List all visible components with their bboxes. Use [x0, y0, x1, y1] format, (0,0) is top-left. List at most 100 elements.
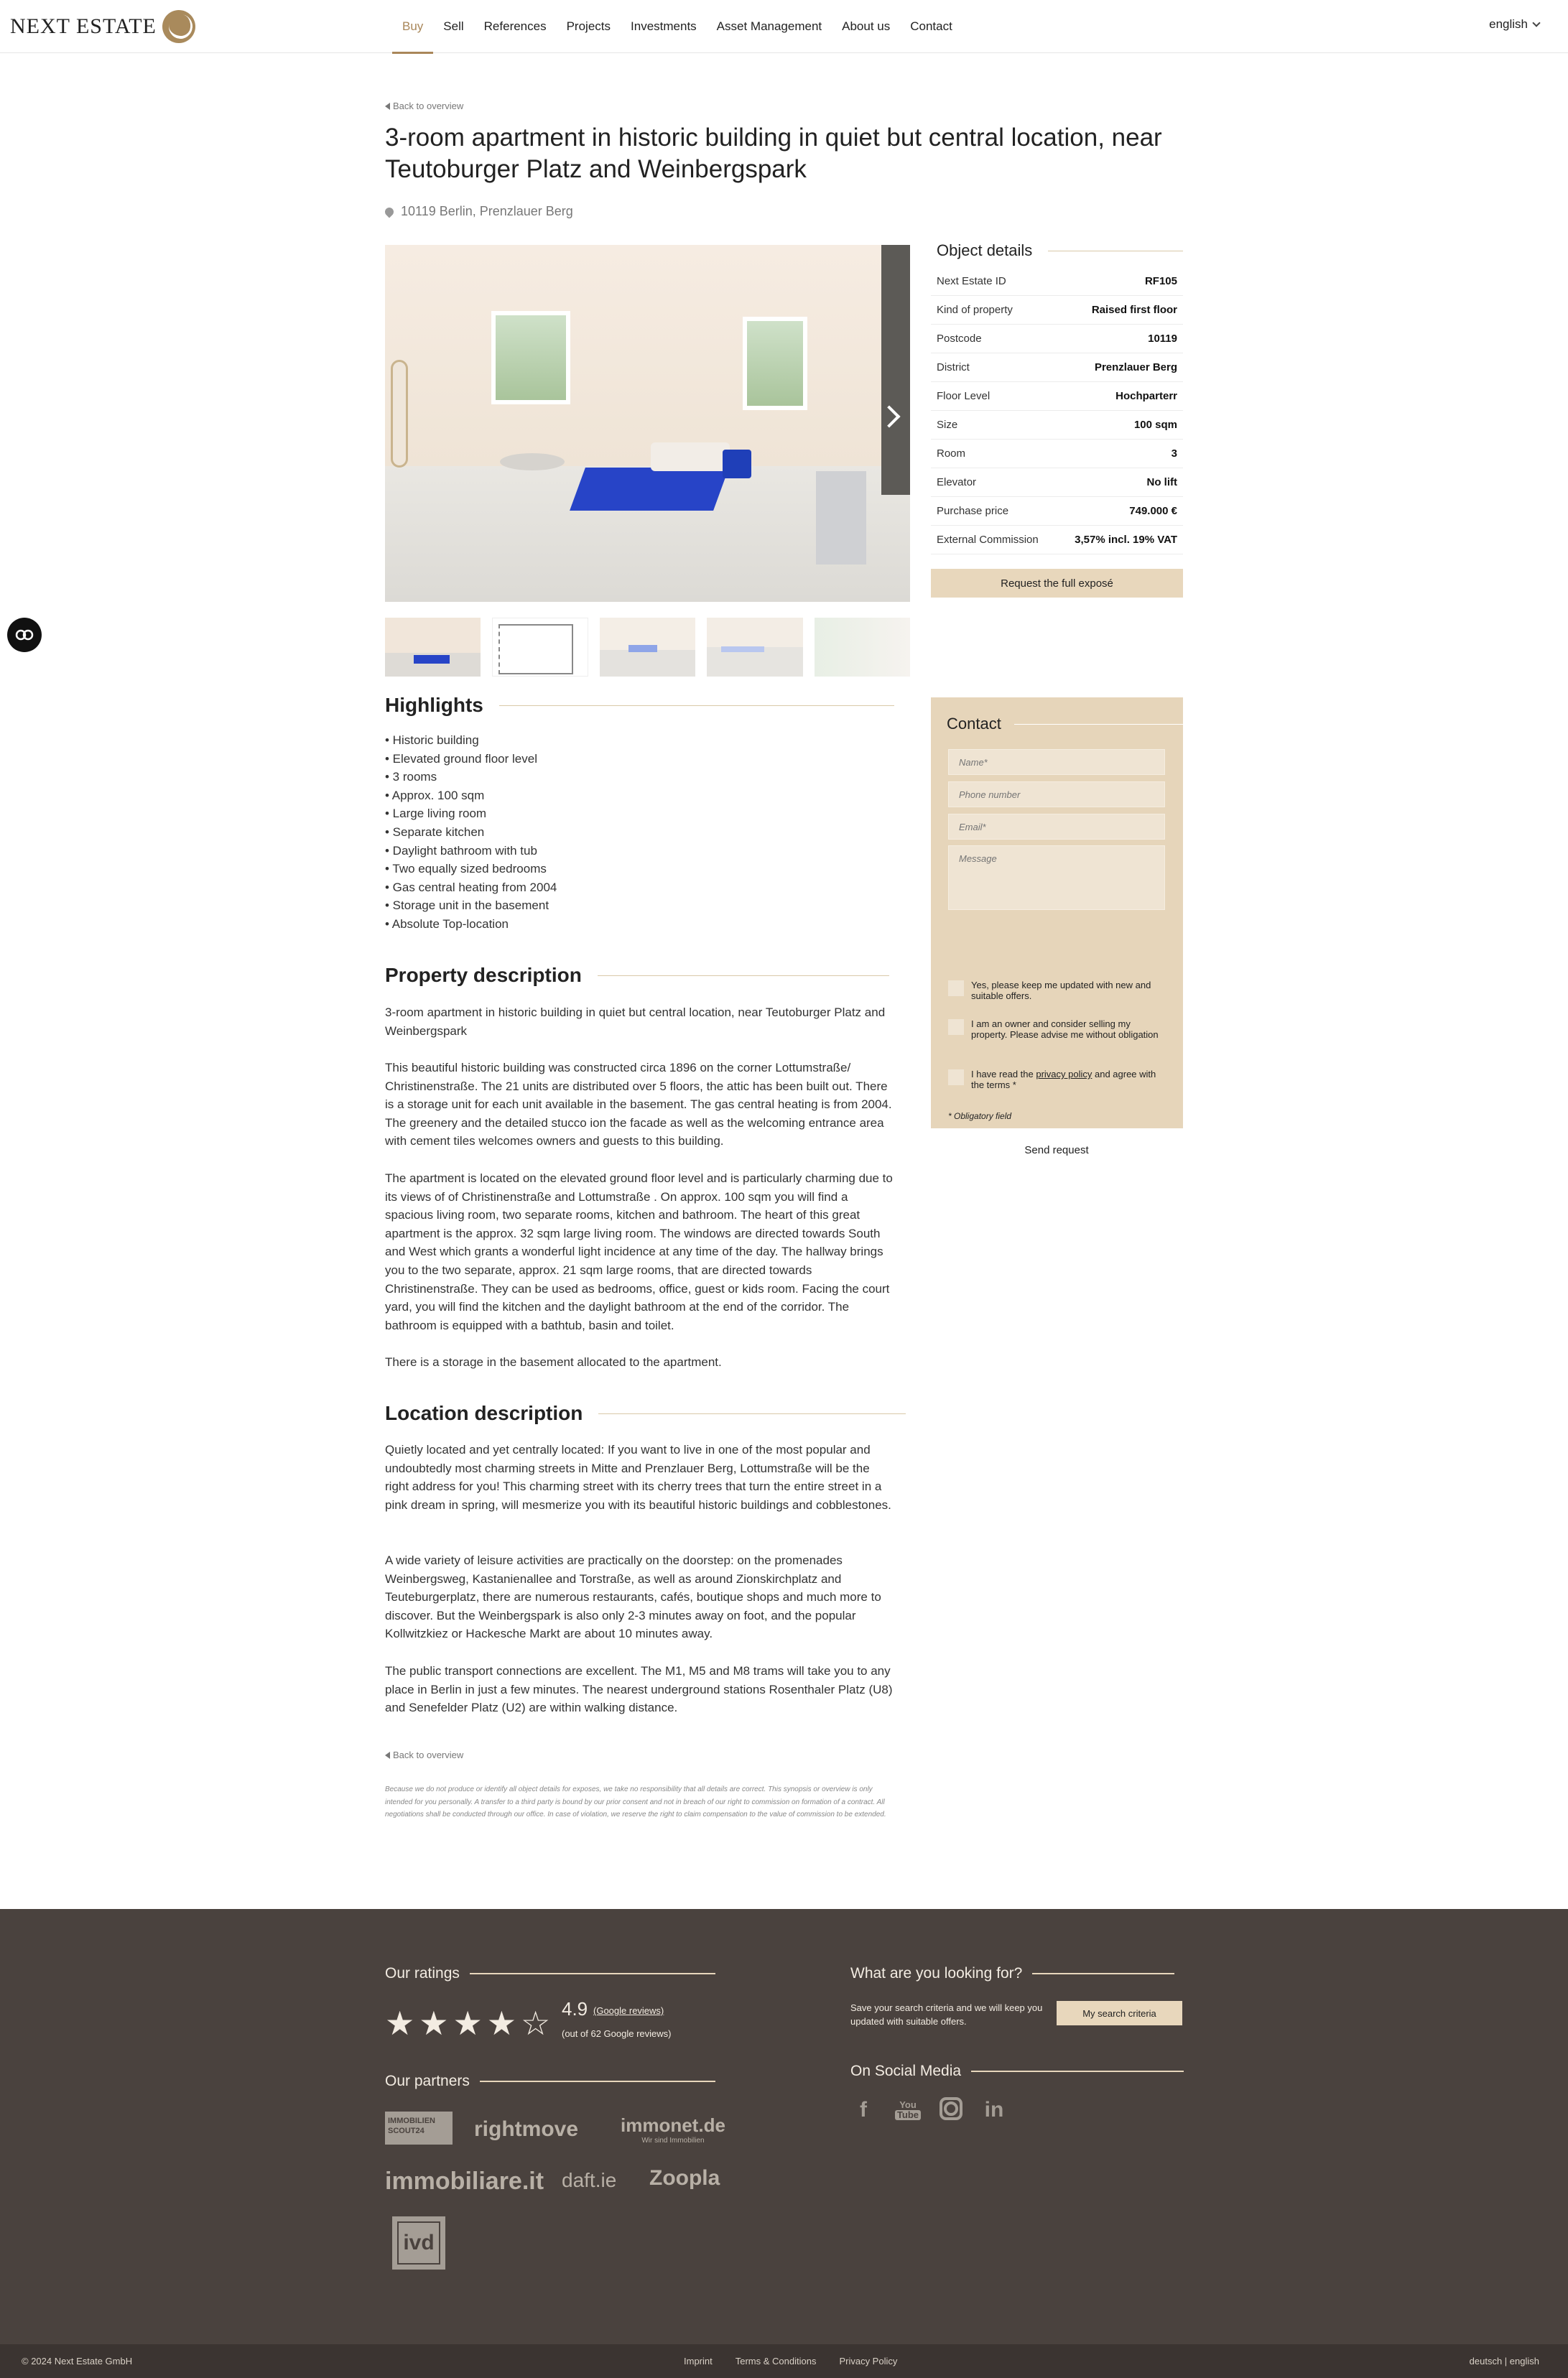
star-icon: ★: [453, 2005, 483, 2042]
object-details-heading: Object details: [937, 241, 1183, 260]
partner-immobiliare-logo[interactable]: immobiliare.it: [385, 2168, 544, 2196]
nav-asset-management[interactable]: Asset Management: [707, 0, 832, 53]
back-to-overview-link[interactable]: Back to overview: [385, 101, 463, 111]
search-criteria-button[interactable]: My search criteria: [1057, 2001, 1182, 2025]
logo-mark-icon: [162, 10, 195, 43]
detail-value: 100 sqm: [1133, 419, 1177, 431]
list-item: • Historic building: [385, 733, 479, 747]
partner-rightmove-logo[interactable]: rightmove: [474, 2117, 578, 2142]
youtube-icon[interactable]: You Tube: [894, 2097, 922, 2123]
linkedin-icon[interactable]: in: [981, 2097, 1007, 2123]
paragraph: Quietly located and yet centrally locate…: [385, 1443, 891, 1512]
nav-about-us[interactable]: About us: [832, 0, 900, 53]
accessibility-toggle-icon[interactable]: [7, 618, 42, 652]
detail-row: Elevator No lift: [931, 468, 1183, 497]
contact-title: Contact: [947, 715, 1001, 733]
imprint-link[interactable]: Imprint: [684, 2356, 713, 2367]
armchair: [723, 450, 751, 478]
main-nav: Buy Sell References Projects Investments…: [392, 0, 962, 54]
property-description-heading: Property description: [385, 964, 889, 987]
detail-row: District Prenzlauer Berg: [931, 353, 1183, 382]
paragraph: 3-room apartment in historic building in…: [385, 1005, 886, 1038]
list-item: • Separate kitchen: [385, 825, 485, 839]
social-heading: On Social Media: [850, 2063, 1184, 2080]
updates-checkbox[interactable]: [948, 980, 964, 996]
cabinet: [816, 471, 866, 565]
name-field[interactable]: [948, 749, 1165, 775]
request-expose-button[interactable]: Request the full exposé: [931, 569, 1183, 598]
send-request-button[interactable]: Send request: [948, 1135, 1165, 1164]
detail-label: Kind of property: [937, 304, 1013, 316]
back-to-overview-link-bottom[interactable]: Back to overview: [385, 1750, 463, 1760]
facebook-icon[interactable]: f: [850, 2097, 876, 2123]
thumbnail[interactable]: [599, 618, 696, 677]
thumbnail[interactable]: [707, 618, 803, 677]
list-item: • Storage unit in the basement: [385, 898, 549, 913]
gallery-main-image[interactable]: [385, 245, 910, 602]
updates-label: Yes, please keep me updated with new and…: [971, 980, 1151, 1001]
logo-text: NEXT ESTATE: [10, 14, 157, 38]
object-details-title: Object details: [937, 241, 1033, 259]
detail-value: Prenzlauer Berg: [1094, 361, 1177, 373]
nav-contact[interactable]: Contact: [900, 0, 962, 53]
nav-sell[interactable]: Sell: [433, 0, 473, 53]
partner-zoopla-logo[interactable]: Zoopla: [649, 2166, 720, 2191]
logo[interactable]: NEXT ESTATE: [10, 9, 195, 45]
detail-label: Elevator: [937, 476, 977, 488]
looking-heading: What are you looking for?: [850, 1965, 1175, 1982]
thumbnail[interactable]: [385, 618, 481, 677]
star-icon: ★: [419, 2005, 449, 2042]
owner-checkbox[interactable]: [948, 1019, 964, 1035]
ratings-title: Our ratings: [385, 1965, 460, 1982]
detail-value: Raised first floor: [1091, 304, 1177, 316]
paragraph: The apartment is located on the elevated…: [385, 1171, 893, 1332]
detail-label: External Commission: [937, 534, 1039, 546]
partner-immobilienscout24-logo[interactable]: IMMOBILIEN SCOUT24: [385, 2112, 453, 2145]
social-links: f You Tube in: [850, 2097, 1007, 2123]
nav-investments[interactable]: Investments: [621, 0, 707, 53]
language-switcher[interactable]: deutsch | english: [1470, 2356, 1539, 2367]
thumbnail[interactable]: [814, 618, 910, 677]
social-title: On Social Media: [850, 2063, 962, 2079]
detail-label: Postcode: [937, 333, 982, 345]
nav-projects[interactable]: Projects: [557, 0, 621, 53]
phone-field[interactable]: [948, 781, 1165, 807]
detail-row: External Commission 3,57% incl. 19% VAT: [931, 526, 1183, 554]
detail-value: Hochparterr: [1115, 390, 1177, 402]
privacy-consent[interactable]: I have read the privacy policy and agree…: [948, 1069, 1164, 1090]
language-dropdown[interactable]: english: [1489, 17, 1541, 32]
obligatory-note: * Obligatory field: [948, 1111, 1012, 1121]
arrow-left-icon: [385, 102, 390, 110]
detail-row: Purchase price 749.000 €: [931, 497, 1183, 526]
contact-form: Contact Yes, please keep me updated with…: [931, 697, 1183, 1164]
partner-ivd-logo[interactable]: ivd: [392, 2216, 445, 2270]
email-field[interactable]: [948, 814, 1165, 840]
paragraph: This beautiful historic building was con…: [385, 1061, 892, 1148]
window: [743, 317, 807, 410]
copyright: © 2024 Next Estate GmbH: [22, 2356, 133, 2367]
google-reviews-link[interactable]: (Google reviews): [593, 2005, 664, 2016]
privacy-label: I have read the privacy policy and agree…: [971, 1069, 1156, 1090]
list-item: • Large living room: [385, 807, 487, 821]
back-link-label: Back to overview: [393, 101, 464, 111]
detail-row: Size 100 sqm: [931, 411, 1183, 440]
instagram-icon[interactable]: [940, 2097, 962, 2120]
message-field[interactable]: [948, 845, 1165, 910]
owner-consent[interactable]: I am an owner and consider selling my pr…: [948, 1018, 1164, 1040]
terms-link[interactable]: Terms & Conditions: [736, 2356, 817, 2367]
detail-label: Purchase price: [937, 505, 1009, 517]
privacy-checkbox[interactable]: [948, 1069, 964, 1085]
partner-immonet-logo[interactable]: immonet.de Wir sind Immobilien: [621, 2114, 725, 2145]
list-item: • Daylight bathroom with tub: [385, 843, 537, 858]
privacy-policy-link[interactable]: privacy policy: [1036, 1069, 1092, 1079]
partner-daft-logo[interactable]: daft.ie: [562, 2169, 616, 2192]
privacy-link[interactable]: Privacy Policy: [839, 2356, 897, 2367]
language-label: english: [1489, 17, 1528, 31]
thumbnail-floorplan[interactable]: [492, 618, 588, 677]
detail-value: 10119: [1148, 333, 1177, 345]
nav-references[interactable]: References: [474, 0, 557, 53]
legal-links: Imprint Terms & Conditions Privacy Polic…: [684, 2356, 897, 2367]
updates-consent[interactable]: Yes, please keep me updated with new and…: [948, 980, 1164, 1001]
nav-buy[interactable]: Buy: [392, 0, 434, 54]
contact-heading: Contact: [947, 715, 1183, 733]
